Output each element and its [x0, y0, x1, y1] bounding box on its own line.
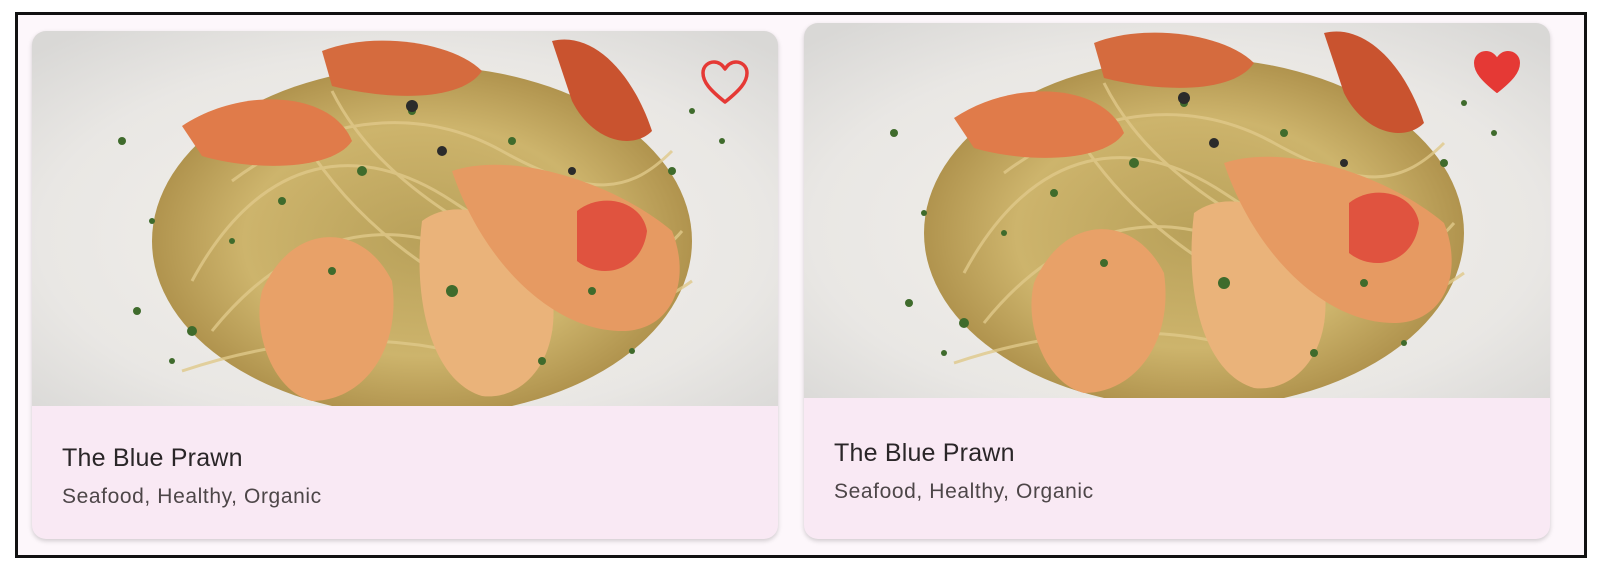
restaurant-photo: [32, 31, 778, 406]
card-info: The Blue Prawn Seafood, Healthy, Organic: [32, 406, 778, 539]
heart-outline-icon: [701, 60, 749, 104]
restaurant-name: The Blue Prawn: [62, 444, 243, 472]
restaurant-name: The Blue Prawn: [834, 439, 1015, 467]
card-info: The Blue Prawn Seafood, Healthy, Organic: [804, 401, 1550, 539]
favorite-button[interactable]: [1472, 49, 1522, 95]
restaurant-tags: Seafood, Healthy, Organic: [834, 480, 1094, 503]
restaurant-card[interactable]: The Blue Prawn Seafood, Healthy, Organic: [32, 31, 778, 539]
heart-filled-icon: [1474, 51, 1520, 93]
restaurant-photo: [804, 23, 1550, 398]
screenshot-frame: The Blue Prawn Seafood, Healthy, Organic: [15, 12, 1587, 558]
restaurant-card[interactable]: The Blue Prawn Seafood, Healthy, Organic: [804, 23, 1550, 539]
favorite-button[interactable]: [700, 59, 750, 105]
restaurant-tags: Seafood, Healthy, Organic: [62, 485, 322, 508]
